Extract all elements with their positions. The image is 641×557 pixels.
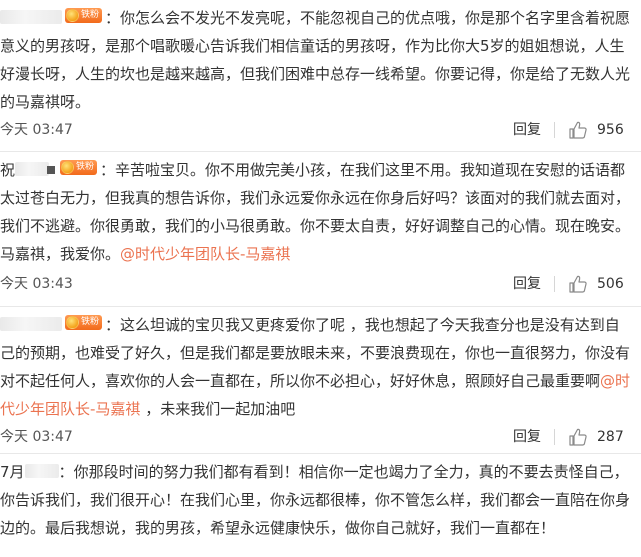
comment-item: 祝铁粉 ：辛苦啦宝贝。你不用做完美小孩，在我们这里不用。我知道现在安慰的话语都太过… bbox=[0, 152, 641, 307]
comment-time: 今天 03:47 bbox=[0, 122, 73, 138]
comment-text-block: 铁粉 ：你怎么会不发光不发亮呢，不能忽视自己的优点哦，你是那个名字里含着祝愿意义的… bbox=[0, 8, 631, 111]
comment-text-block: 祝铁粉 ：辛苦啦宝贝。你不用做完美小孩，在我们这里不用。我知道现在安慰的话语都太过… bbox=[0, 160, 631, 263]
fan-badge-icon: 铁粉 bbox=[65, 315, 103, 330]
comment-author-name[interactable] bbox=[0, 10, 62, 24]
meta-separator bbox=[554, 429, 555, 445]
comment-text-tail: ，未来我们一起加油吧 bbox=[140, 400, 296, 418]
comment-text: 辛苦啦宝贝。你不用做完美小孩，在我们这里不用。我知道现在安慰的话语都太过苍白无力… bbox=[0, 161, 631, 263]
meta-separator bbox=[554, 122, 555, 138]
comment-author-name[interactable] bbox=[24, 464, 59, 478]
comment-meta: 今天 03:43 回复 506 bbox=[0, 272, 641, 296]
comment-time: 今天 03:43 bbox=[0, 276, 73, 292]
thumbs-up-icon[interactable] bbox=[568, 120, 588, 140]
mention-link[interactable]: @时代少年团队长-马嘉祺 bbox=[120, 245, 290, 263]
like-count: 956 bbox=[597, 122, 624, 138]
fan-badge-icon: 铁粉 bbox=[65, 8, 103, 23]
author-mark bbox=[47, 166, 56, 174]
comment-author-name[interactable] bbox=[15, 162, 50, 176]
comment-text: 你那段时间的努力我们都有看到！相信你一定也竭力了全力，真的不要去责怪自己，你告诉… bbox=[0, 463, 631, 537]
comment-item: 7月 ：你那段时间的努力我们都有看到！相信你一定也竭力了全力，真的不要去责怪自己，… bbox=[0, 454, 641, 557]
comment-meta: 今天 03:47 回复 287 bbox=[0, 425, 641, 449]
thumbs-up-icon[interactable] bbox=[568, 427, 588, 447]
thumbs-up-icon[interactable] bbox=[568, 274, 588, 294]
comment-item: 铁粉 ：这么坦诚的宝贝我又更疼爱你了呢 ，我也想起了今天我查分也是没有达到自己的预… bbox=[0, 307, 641, 454]
comment-text: 你怎么会不发光不发亮呢，不能忽视自己的优点哦，你是那个名字里含着祝愿意义的男孩呀… bbox=[0, 9, 631, 111]
fan-badge-icon: 铁粉 bbox=[60, 160, 98, 175]
comment-item: 铁粉 ：你怎么会不发光不发亮呢，不能忽视自己的优点哦，你是那个名字里含着祝愿意义的… bbox=[0, 0, 641, 152]
comment-author-prefix[interactable]: 7月 bbox=[0, 463, 25, 481]
comment-meta: 今天 03:47 回复 956 bbox=[0, 118, 641, 142]
comment-author-prefix[interactable]: 祝 bbox=[0, 161, 15, 179]
comment-text-block: 铁粉 ：这么坦诚的宝贝我又更疼爱你了呢 ，我也想起了今天我查分也是没有达到自己的预… bbox=[0, 315, 631, 418]
like-count: 506 bbox=[597, 276, 624, 292]
reply-button[interactable]: 回复 bbox=[513, 118, 541, 142]
comment-feed: 铁粉 ：你怎么会不发光不发亮呢，不能忽视自己的优点哦，你是那个名字里含着祝愿意义的… bbox=[0, 0, 641, 557]
reply-button[interactable]: 回复 bbox=[513, 425, 541, 449]
meta-separator bbox=[554, 276, 555, 292]
comment-text-block: 7月 ：你那段时间的努力我们都有看到！相信你一定也竭力了全力，真的不要去责怪自己，… bbox=[0, 463, 631, 537]
like-count: 287 bbox=[597, 429, 624, 445]
reply-button[interactable]: 回复 bbox=[513, 272, 541, 296]
comment-time: 今天 03:47 bbox=[0, 429, 73, 445]
comment-author-name[interactable] bbox=[0, 317, 62, 331]
